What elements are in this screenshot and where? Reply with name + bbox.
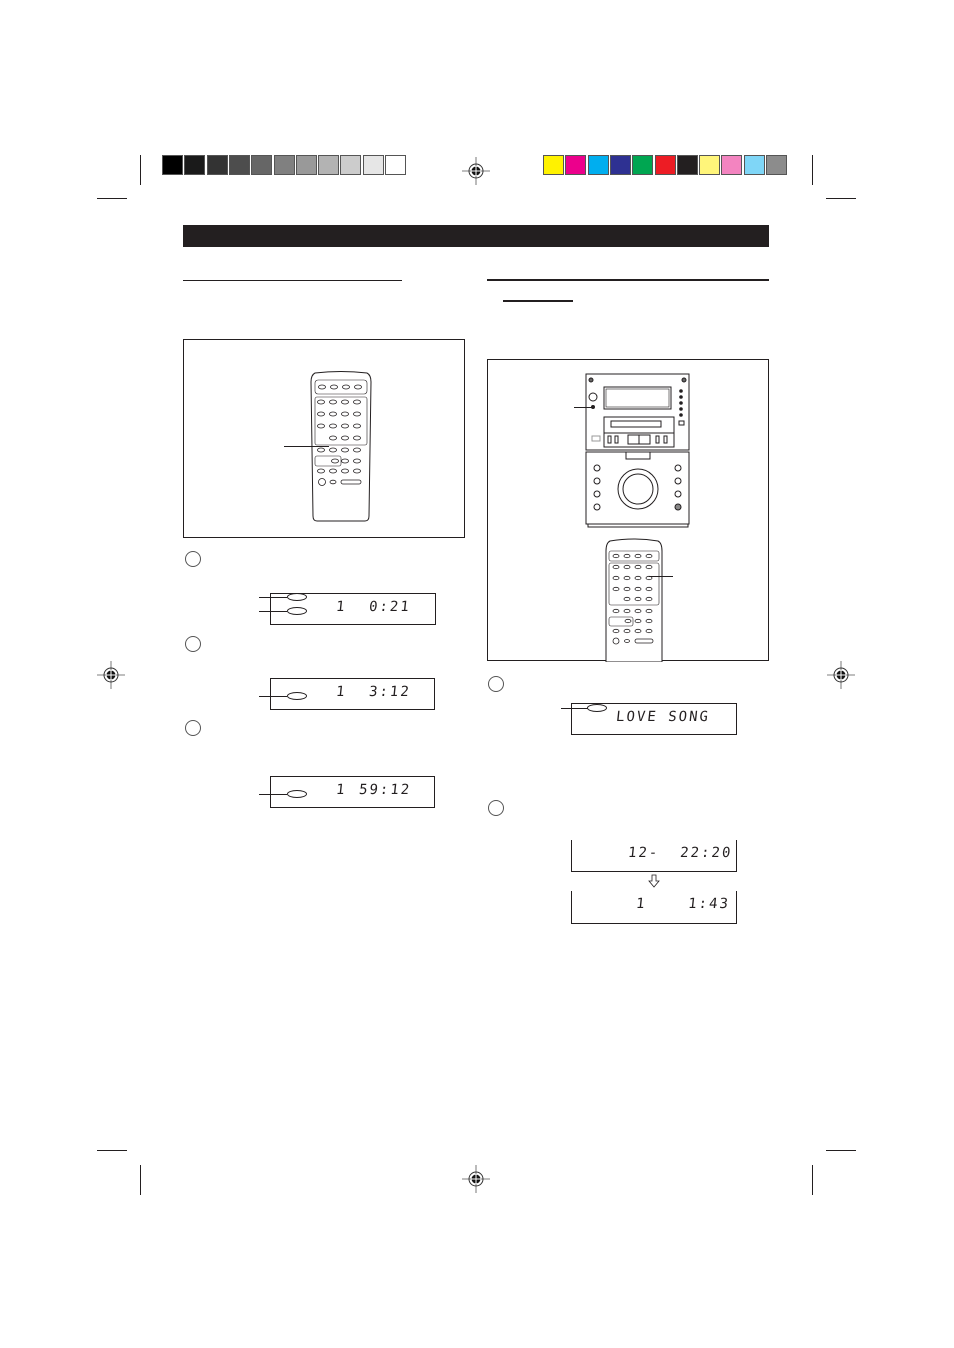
display-track: 1 <box>335 684 348 700</box>
section-header-bar <box>183 225 769 247</box>
display-text: 1 1:43 <box>635 896 731 912</box>
color-swatch <box>340 155 362 175</box>
callout-line <box>259 611 287 612</box>
color-swatch <box>228 155 250 175</box>
step-1-marker <box>185 551 201 567</box>
color-swatch <box>632 155 654 175</box>
callout-line <box>284 446 329 447</box>
crop-mark <box>140 1165 141 1195</box>
color-swatch <box>654 155 676 175</box>
crop-mark <box>140 155 141 185</box>
remote-control-illustration <box>605 538 663 662</box>
right-section-heading-rule <box>487 279 769 281</box>
step-2-marker <box>185 636 201 652</box>
arrow-down-icon <box>648 874 660 888</box>
crop-mark <box>812 155 813 185</box>
display-indicator <box>287 692 307 700</box>
callout-line <box>259 696 287 697</box>
registration-mark-icon <box>462 157 490 185</box>
color-swatch <box>206 155 228 175</box>
color-swatch <box>587 155 609 175</box>
stereo-system-figure <box>487 359 769 662</box>
registration-mark-icon <box>462 1165 490 1193</box>
color-swatch <box>699 155 721 175</box>
crop-mark <box>97 1150 127 1151</box>
callout-line <box>649 576 673 577</box>
right-subheading-rule <box>503 300 573 302</box>
crop-mark <box>826 198 856 199</box>
display-track: 1 <box>335 782 348 798</box>
color-swatch <box>543 155 564 175</box>
display-text: 12- 22:20 <box>627 845 734 861</box>
color-swatch <box>184 155 206 175</box>
stereo-unit-illustration <box>585 373 690 528</box>
step-3-marker <box>185 720 201 736</box>
color-swatch <box>721 155 743 175</box>
registration-mark-icon <box>827 661 855 689</box>
color-swatch <box>676 155 698 175</box>
crop-mark <box>826 1150 856 1151</box>
step-1-marker <box>488 676 504 692</box>
color-swatch <box>318 155 340 175</box>
color-swatch <box>743 155 765 175</box>
callout-line <box>259 597 287 598</box>
display-time: 0:21 <box>368 599 412 615</box>
crop-mark <box>812 1165 813 1195</box>
display-indicator <box>287 593 307 601</box>
remote-control-illustration <box>310 371 372 522</box>
display-track: 1 <box>335 599 348 615</box>
color-swatch <box>766 155 787 175</box>
lcd-display: 1 1:43 <box>571 891 737 924</box>
color-swatch <box>385 155 406 175</box>
color-swatch <box>609 155 631 175</box>
color-swatch <box>162 155 183 175</box>
lcd-display: 12- 22:20 <box>571 840 737 872</box>
color-swatch <box>295 155 317 175</box>
color-swatch <box>362 155 384 175</box>
color-swatch <box>273 155 295 175</box>
callout-line <box>561 708 588 709</box>
display-indicator <box>287 607 307 615</box>
crop-mark <box>97 198 127 199</box>
color-swatch <box>565 155 587 175</box>
display-indicator <box>287 790 307 798</box>
left-section-heading-rule <box>183 280 402 281</box>
display-time: 3:12 <box>368 684 412 700</box>
display-indicator <box>587 704 607 712</box>
callout-line <box>259 794 287 795</box>
remote-control-figure <box>183 339 465 538</box>
step-2-marker <box>488 800 504 816</box>
registration-mark-icon <box>97 661 125 689</box>
display-title: LOVE SONG <box>615 709 711 725</box>
callout-line <box>574 407 594 408</box>
color-swatch <box>251 155 273 175</box>
display-time: 59:12 <box>358 782 412 798</box>
